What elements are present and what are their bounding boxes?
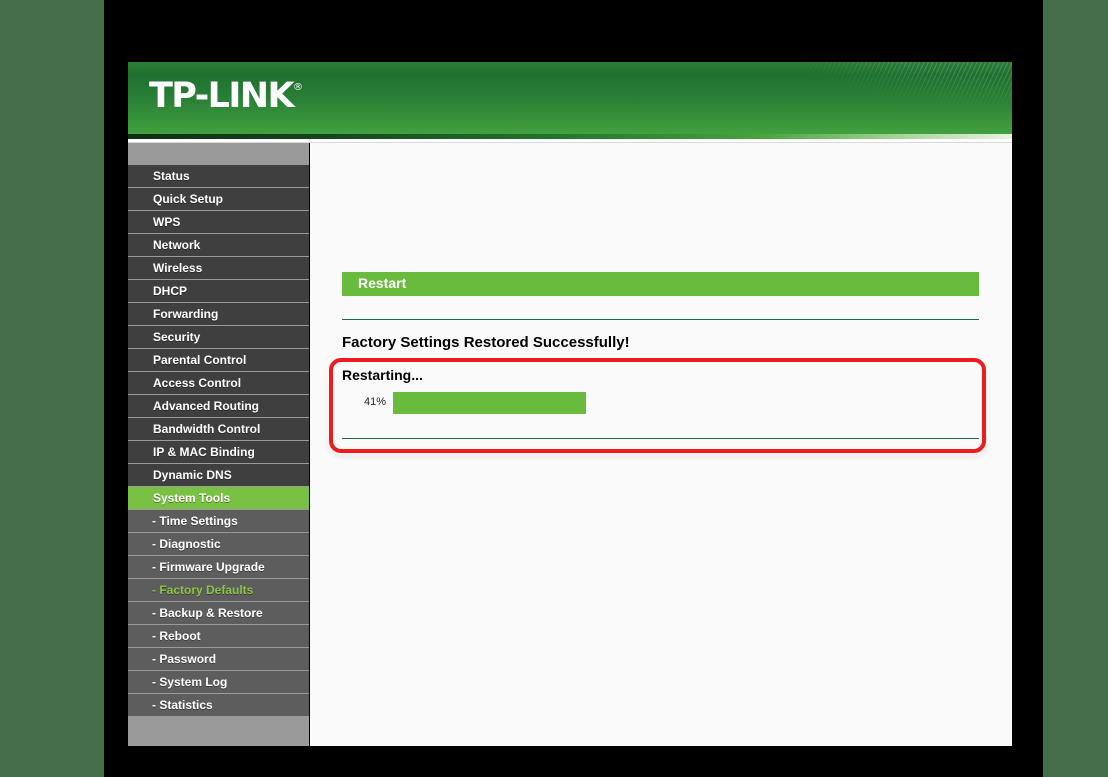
sidebar-item-password[interactable]: - Password	[128, 648, 309, 671]
progress-bar-track	[393, 392, 863, 414]
sidebar-item-diagnostic[interactable]: - Diagnostic	[128, 533, 309, 556]
tp-link-logo-text: TP-LINK	[149, 76, 295, 116]
sidebar-item-statistics[interactable]: - Statistics	[128, 694, 309, 717]
sidebar-item-advanced-routing[interactable]: Advanced Routing	[128, 395, 309, 418]
sidebar-item-status[interactable]: Status	[128, 165, 309, 188]
page-header: TP-LINK®	[128, 62, 1012, 134]
sidebar-item-wps[interactable]: WPS	[128, 211, 309, 234]
sidebar-item-bandwidth-control[interactable]: Bandwidth Control	[128, 418, 309, 441]
registered-trademark-icon: ®	[292, 82, 303, 93]
progress-bar-fill	[393, 392, 586, 414]
sidebar-item-parental-control[interactable]: Parental Control	[128, 349, 309, 372]
section-title-bar: Restart	[342, 272, 979, 296]
progress-percent-label: 41%	[364, 396, 387, 408]
tp-link-logo: TP-LINK®	[149, 79, 303, 114]
sidebar-item-forwarding[interactable]: Forwarding	[128, 303, 309, 326]
sidebar-menu-list: Status Quick Setup WPS Network Wireless DHCP F…	[128, 165, 309, 717]
progress-row: 41%	[364, 392, 964, 414]
main-content: Restart Factory Settings Restored Succes…	[316, 143, 1012, 746]
sidebar-item-factory-defaults[interactable]: - Factory Defaults	[128, 579, 309, 602]
divider-bottom	[342, 438, 979, 439]
sidebar-item-system-tools[interactable]: System Tools	[128, 487, 309, 510]
page-title: Restart	[358, 275, 407, 291]
restarting-label: Restarting...	[342, 367, 423, 383]
divider-top	[342, 319, 979, 320]
sidebar-item-security[interactable]: Security	[128, 326, 309, 349]
sidebar-item-quick-setup[interactable]: Quick Setup	[128, 188, 309, 211]
header-diagonal-pattern	[682, 62, 1012, 122]
sidebar-item-time-settings[interactable]: - Time Settings	[128, 510, 309, 533]
success-message: Factory Settings Restored Successfully!	[342, 334, 630, 351]
sidebar-top-cap	[128, 143, 309, 165]
sidebar-item-ip-mac-binding[interactable]: IP & MAC Binding	[128, 441, 309, 464]
page-body: Status Quick Setup WPS Network Wireless DHCP F…	[128, 143, 1012, 746]
sidebar-item-wireless[interactable]: Wireless	[128, 257, 309, 280]
sidebar-item-access-control[interactable]: Access Control	[128, 372, 309, 395]
sidebar-navigation: Status Quick Setup WPS Network Wireless DHCP F…	[128, 143, 310, 746]
sidebar-item-firmware-upgrade[interactable]: - Firmware Upgrade	[128, 556, 309, 579]
sidebar-item-dhcp[interactable]: DHCP	[128, 280, 309, 303]
sidebar-item-backup-restore[interactable]: - Backup & Restore	[128, 602, 309, 625]
router-admin-page: TP-LINK® Status Quick Setup WPS Network Wire…	[128, 62, 1012, 746]
sidebar-item-system-log[interactable]: - System Log	[128, 671, 309, 694]
sidebar-item-dynamic-dns[interactable]: Dynamic DNS	[128, 464, 309, 487]
sidebar-item-reboot[interactable]: - Reboot	[128, 625, 309, 648]
sidebar-item-network[interactable]: Network	[128, 234, 309, 257]
